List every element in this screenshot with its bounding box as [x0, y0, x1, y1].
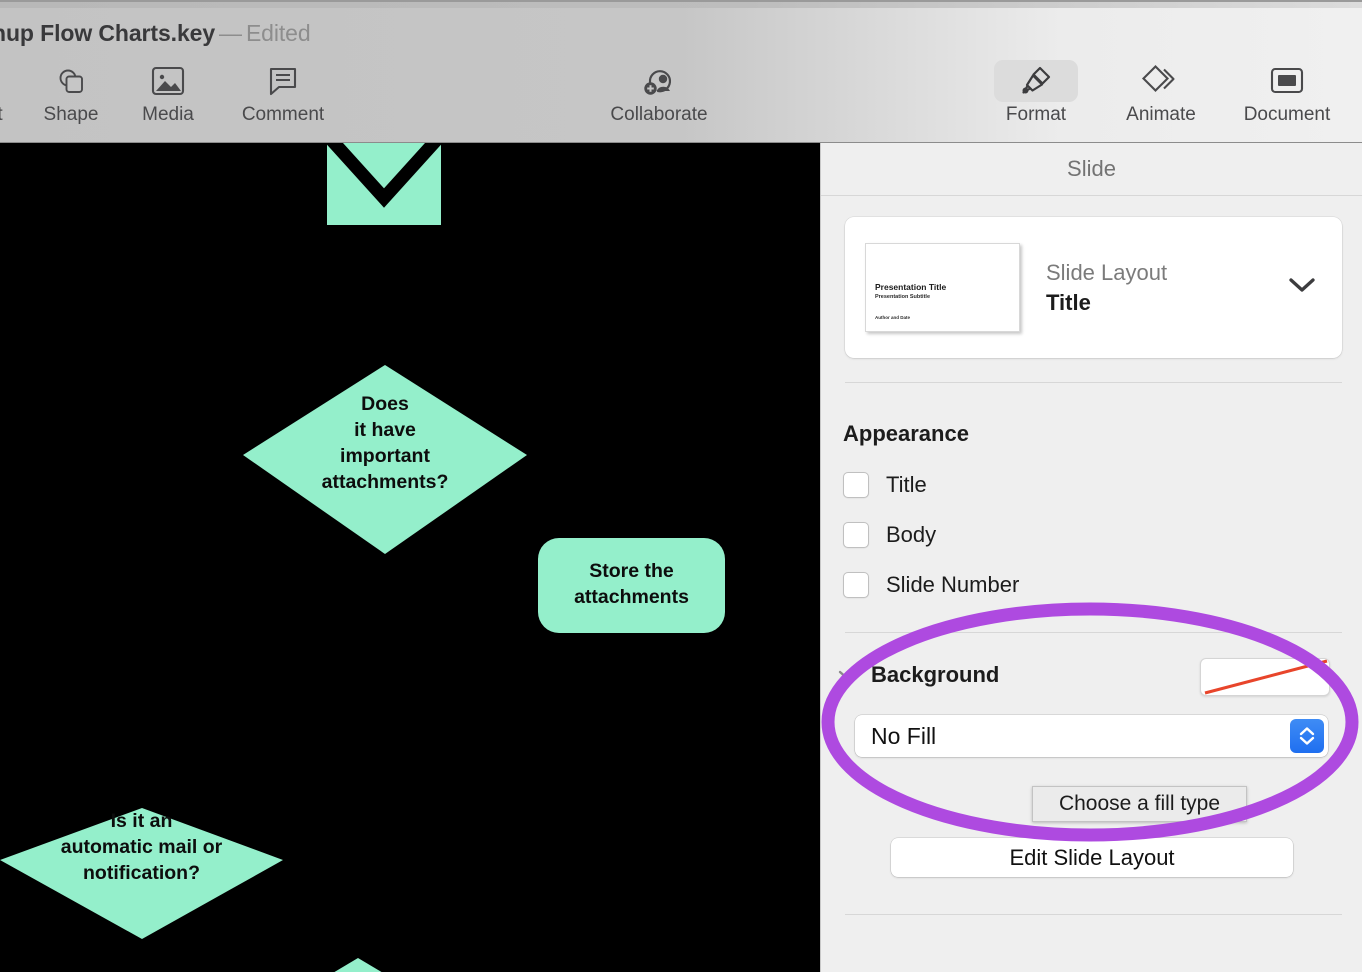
toolbar-button-animate[interactable]: Animate	[1113, 60, 1209, 126]
fill-type-tooltip-text: Choose a fill type	[1058, 792, 1221, 815]
toolbar-label-animate: Animate	[1126, 104, 1196, 125]
media-icon	[151, 60, 185, 102]
slide-layout-card[interactable]: Presentation Title Presentation Subtitle…	[845, 217, 1342, 358]
panel-header-title: Slide	[1067, 156, 1116, 181]
toolbar-button-document[interactable]: Document	[1239, 60, 1335, 126]
slide-layout-text: Slide Layout Title	[1046, 258, 1288, 318]
title-dash: —	[219, 20, 242, 46]
toolbar-button-comment[interactable]: Comment	[235, 60, 331, 126]
fill-type-tooltip: Choose a fill type	[1032, 786, 1247, 822]
checkbox-row-body[interactable]: Body	[843, 522, 936, 548]
thumbnail-subtitle: Presentation Subtitle	[875, 294, 931, 300]
comment-icon	[267, 60, 299, 102]
checkbox-row-slide-number[interactable]: Slide Number	[843, 572, 1019, 598]
toolbar-label-shape: Shape	[43, 104, 99, 125]
background-fill-type-value: No Fill	[871, 722, 937, 749]
edit-slide-layout-button[interactable]: Edit Slide Layout	[891, 838, 1293, 877]
checkbox-label-body: Body	[886, 522, 937, 547]
divider-3	[845, 914, 1342, 915]
animate-icon	[1141, 60, 1181, 102]
toolbar-button-format[interactable]: Format	[988, 60, 1084, 126]
divider-2	[845, 632, 1342, 633]
background-fill-type-select[interactable]: No Fill	[855, 715, 1328, 757]
decision-attachments-label: Does it have important attachments?	[321, 393, 449, 493]
stepper-up-down-icon[interactable]	[1290, 719, 1324, 753]
toolbar-label-format: Format	[1005, 104, 1067, 125]
toolbar-label-text: t	[0, 104, 3, 126]
appearance-title: Appearance	[843, 421, 969, 446]
thumbnail-author: Author and Date	[875, 315, 911, 320]
toolbar-button-media[interactable]: Media	[120, 60, 216, 126]
divider-1	[845, 382, 1342, 383]
toolbar-label-comment: Comment	[241, 104, 325, 125]
slide-layout-value: Title	[1046, 289, 1091, 315]
toolbar-button-shape[interactable]: Shape	[23, 60, 119, 126]
panel-header: Slide	[821, 143, 1362, 196]
background-title: Background	[871, 662, 1000, 687]
checkbox-body[interactable]	[843, 522, 869, 548]
edit-slide-layout-button-label: Edit Slide Layout	[1009, 844, 1175, 870]
document-icon	[1270, 60, 1304, 102]
format-brush-icon	[994, 60, 1078, 102]
partial-diamond-bottom	[334, 958, 382, 972]
decision-automatic-mail-label: Is it an automatic mail or notification?	[60, 810, 223, 884]
checkbox-label-title: Title	[886, 472, 927, 497]
slide-canvas[interactable]: Does it have important attachments? Stor…	[0, 143, 820, 972]
toolbar-label-collaborate: Collaborate	[610, 104, 708, 125]
shape-icon	[54, 60, 88, 102]
keynote-window: nup Flow Charts.key—Edited t Shape	[0, 0, 1362, 972]
document-edit-state: Edited	[245, 20, 311, 46]
checkbox-slide-number[interactable]	[843, 572, 869, 598]
thumbnail-title: Presentation Title	[875, 282, 947, 292]
chevron-down-icon-background[interactable]	[835, 668, 861, 682]
collaborate-icon	[641, 60, 677, 102]
checkbox-title[interactable]	[843, 472, 869, 498]
document-title[interactable]: nup Flow Charts.key — Edited	[0, 20, 311, 47]
window-titlebar	[0, 0, 1362, 8]
process-store-attachments-label: Store the attachments	[574, 560, 689, 608]
slide-layout-label: Slide Layout	[1046, 259, 1168, 285]
app-toolbar: nup Flow Charts.key—Edited t Shape	[0, 8, 1362, 143]
checkbox-row-title[interactable]: Title	[843, 472, 927, 498]
toolbar-label-document: Document	[1243, 104, 1331, 125]
toolbar-button-collaborate[interactable]: Collaborate	[610, 60, 708, 126]
toolbar-label-media: Media	[142, 104, 194, 125]
envelope-shape	[325, 143, 443, 225]
chevron-down-icon[interactable]	[1288, 276, 1316, 299]
checkbox-label-slide-number: Slide Number	[886, 572, 1020, 597]
document-title-text: nup Flow Charts.key	[0, 20, 216, 46]
slide-layout-thumbnail: Presentation Title Presentation Subtitle…	[865, 243, 1020, 332]
background-color-well[interactable]	[1200, 658, 1330, 696]
